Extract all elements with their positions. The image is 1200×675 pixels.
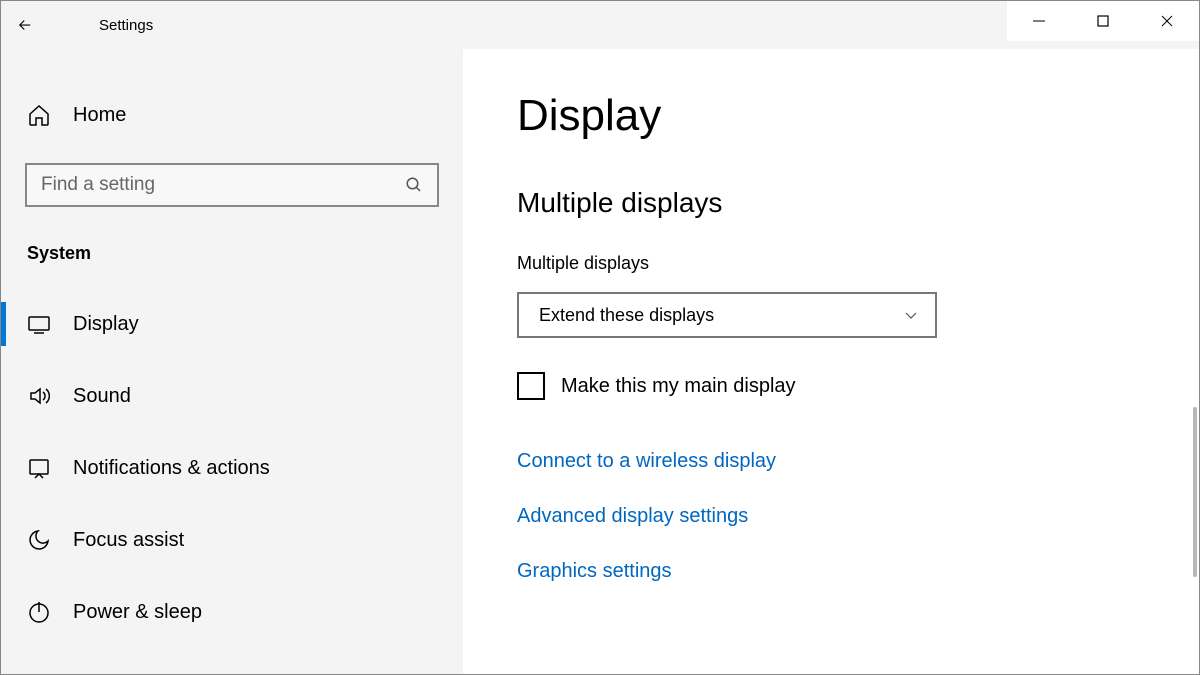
sidebar-item-sound[interactable]: Sound [1,360,463,432]
main-display-checkbox[interactable]: Make this my main display [517,372,1199,400]
sidebar: Home System Display Sound Notifica [1,49,463,674]
main-panel: Display Multiple displays Multiple displ… [463,49,1199,674]
sidebar-item-label: Sound [73,385,131,408]
home-label: Home [73,104,126,127]
chevron-down-icon [903,307,919,323]
sound-icon [27,384,51,408]
sidebar-item-label: Display [73,313,139,336]
dropdown-value: Extend these displays [539,305,714,326]
notifications-icon [27,456,51,480]
home-nav[interactable]: Home [1,89,463,141]
page-title: Display [517,91,1199,141]
back-button[interactable] [1,1,49,49]
sidebar-item-power-sleep[interactable]: Power & sleep [1,576,463,648]
category-label: System [27,243,463,264]
sidebar-item-label: Notifications & actions [73,457,270,480]
multiple-displays-dropdown[interactable]: Extend these displays [517,292,937,338]
app-title: Settings [99,17,153,34]
close-button[interactable] [1135,1,1199,41]
maximize-button[interactable] [1071,1,1135,41]
sidebar-item-focus-assist[interactable]: Focus assist [1,504,463,576]
section-title: Multiple displays [517,187,1199,219]
display-icon [27,312,51,336]
close-icon [1160,14,1174,28]
search-input[interactable] [41,174,405,196]
power-icon [27,600,51,624]
focus-assist-icon [27,528,51,552]
sidebar-item-display[interactable]: Display [1,288,463,360]
link-graphics-settings[interactable]: Graphics settings [517,560,1199,583]
minimize-icon [1032,14,1046,28]
home-icon [27,103,51,127]
checkbox-box [517,372,545,400]
sidebar-item-label: Power & sleep [73,601,202,624]
titlebar: Settings [1,1,1199,49]
content: Home System Display Sound Notifica [1,49,1199,674]
sidebar-item-notifications[interactable]: Notifications & actions [1,432,463,504]
link-connect-wireless[interactable]: Connect to a wireless display [517,450,1199,473]
checkbox-label: Make this my main display [561,375,796,398]
window-controls [1007,1,1199,41]
back-arrow-icon [16,16,34,34]
minimize-button[interactable] [1007,1,1071,41]
search-box[interactable] [25,163,439,207]
sidebar-item-label: Focus assist [73,529,184,552]
scrollbar-thumb[interactable] [1193,407,1197,577]
dropdown-label: Multiple displays [517,253,1199,274]
link-advanced-display[interactable]: Advanced display settings [517,505,1199,528]
maximize-icon [1096,14,1110,28]
search-icon [405,176,423,194]
